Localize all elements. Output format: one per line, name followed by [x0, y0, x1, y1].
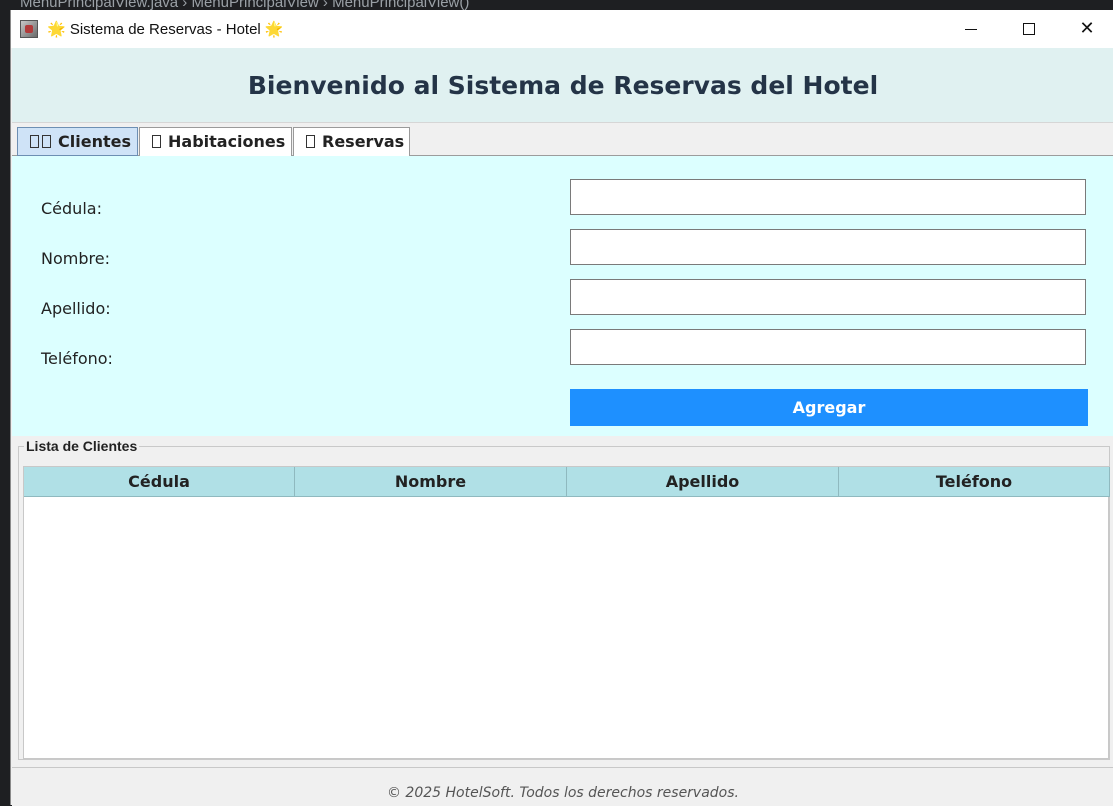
tab-habitaciones-label: Habitaciones [168, 132, 286, 151]
title-bar[interactable]: 🌟 Sistema de Reservas - Hotel 🌟 ✕ [11, 10, 1113, 48]
minimize-button[interactable] [943, 10, 999, 48]
java-app-icon [20, 20, 38, 38]
apellido-label: Apellido: [41, 299, 111, 318]
bed-icon [152, 135, 161, 148]
cedula-label: Cédula: [41, 199, 102, 218]
column-header-cedula[interactable]: Cédula [24, 467, 295, 497]
people-icon [30, 135, 39, 148]
tab-reservas-label: Reservas [322, 132, 405, 151]
column-header-apellido[interactable]: Apellido [567, 467, 839, 497]
window-title: 🌟 Sistema de Reservas - Hotel 🌟 [47, 21, 284, 38]
telefono-input[interactable] [570, 329, 1086, 365]
people-icon [42, 135, 51, 148]
client-list-title: Lista de Clientes [24, 438, 140, 454]
tab-habitaciones[interactable]: Habitaciones [139, 127, 292, 156]
apellido-input[interactable] [570, 279, 1086, 315]
tab-clientes[interactable]: Clientes [17, 127, 138, 156]
calendar-icon [306, 135, 315, 148]
client-table[interactable]: Cédula Nombre Apellido Teléfono [23, 466, 1110, 759]
maximize-icon [1023, 23, 1035, 35]
app-window: 🌟 Sistema de Reservas - Hotel 🌟 ✕ Bienve… [10, 10, 1113, 806]
page-title: Bienvenido al Sistema de Reservas del Ho… [247, 71, 879, 100]
table-header: Cédula Nombre Apellido Teléfono [24, 467, 1110, 497]
client-list-panel: Lista de Clientes Cédula Nombre Apellido… [12, 436, 1113, 767]
close-button[interactable]: ✕ [1059, 10, 1113, 48]
maximize-button[interactable] [1001, 10, 1057, 48]
column-header-telefono[interactable]: Teléfono [839, 467, 1110, 497]
tab-reservas[interactable]: Reservas [293, 127, 410, 156]
cedula-input[interactable] [570, 179, 1086, 215]
close-icon: ✕ [1079, 18, 1095, 39]
footer: © 2025 HotelSoft. Todos los derechos res… [12, 767, 1113, 806]
tab-clientes-label: Clientes [58, 132, 131, 151]
nombre-label: Nombre: [41, 249, 110, 268]
column-header-nombre[interactable]: Nombre [295, 467, 567, 497]
agregar-button[interactable]: Agregar [570, 389, 1088, 426]
copyright-text: © 2025 HotelSoft. Todos los derechos res… [386, 785, 739, 801]
welcome-header: Bienvenido al Sistema de Reservas del Ho… [12, 48, 1113, 122]
nombre-input[interactable] [570, 229, 1086, 265]
telefono-label: Teléfono: [41, 349, 113, 368]
client-form: Cédula: Nombre: Apellido: Teléfono: Agre… [12, 156, 1113, 436]
tab-strip: Clientes Habitaciones Reservas [12, 122, 1113, 156]
minimize-icon [965, 29, 977, 30]
